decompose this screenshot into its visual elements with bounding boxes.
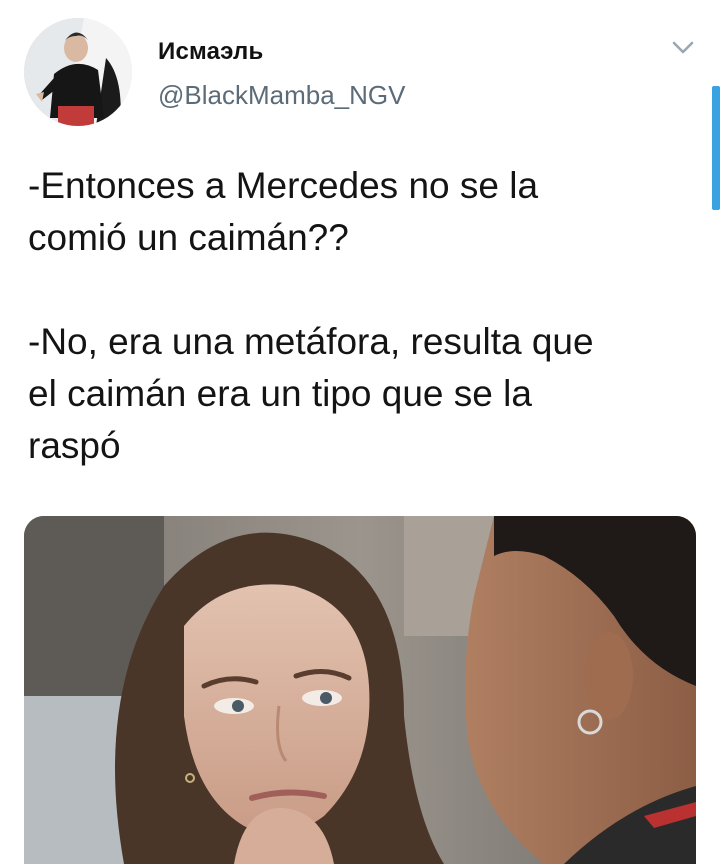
tweet-text-paragraph-2: -No, era una metáfora, resulta que el ca…: [28, 321, 594, 466]
scroll-indicator[interactable]: [712, 86, 720, 210]
user-avatar[interactable]: [24, 18, 132, 126]
avatar-illustration-icon: [24, 18, 132, 126]
tweet-text: -Entonces a Mercedes no se la comió un c…: [28, 160, 698, 472]
author-handle[interactable]: @BlackMamba_NGV: [158, 80, 405, 111]
photo-illustration: [24, 516, 696, 864]
author-display-name[interactable]: Исмаэль: [158, 38, 263, 66]
chevron-down-icon[interactable]: [668, 36, 698, 58]
tweet-photo[interactable]: [24, 516, 696, 864]
tweet-text-paragraph-1: -Entonces a Mercedes no se la comió un c…: [28, 165, 539, 258]
tweet-card: Исмаэль @BlackMamba_NGV -Entonces a Merc…: [0, 0, 720, 864]
